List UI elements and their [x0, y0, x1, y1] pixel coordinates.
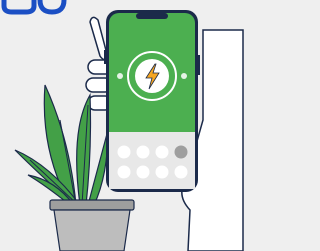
phone-notch: [136, 13, 168, 19]
power-button: [198, 55, 200, 75]
leaf-2: [76, 92, 92, 206]
keypad-key[interactable]: [117, 165, 131, 179]
keypad-key[interactable]: [174, 165, 188, 179]
illustration-scene: [0, 0, 250, 251]
volume-button: [104, 50, 106, 64]
keypad-key-highlighted[interactable]: [174, 145, 188, 159]
smartphone: [104, 10, 200, 192]
keypad-key[interactable]: [117, 145, 131, 159]
cropped-header-glyphs: [1, 0, 67, 15]
plant-pot: [49, 199, 135, 251]
keypad-panel: [109, 132, 195, 189]
keypad-key[interactable]: [155, 145, 169, 159]
keypad-key[interactable]: [136, 165, 150, 179]
ring-dot-right: [181, 73, 187, 79]
ring-dot-left: [117, 73, 123, 79]
leaf-4: [87, 129, 109, 206]
keypad-key[interactable]: [155, 165, 169, 179]
keypad-key[interactable]: [136, 145, 150, 159]
phone-charging-illustration: [1, 0, 244, 251]
